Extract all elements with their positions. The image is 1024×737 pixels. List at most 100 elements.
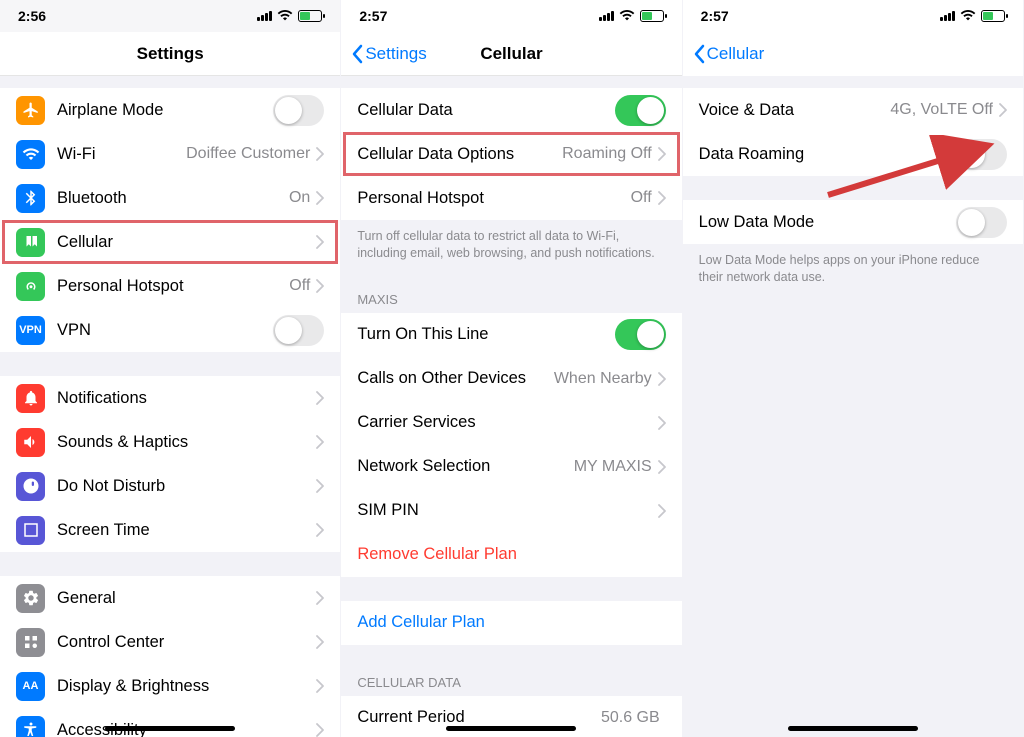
network-selection-cell[interactable]: Network SelectionMY MAXIS	[341, 445, 681, 489]
wifi-status-icon	[277, 7, 293, 25]
display-icon: AA	[16, 672, 45, 701]
bluetooth-cell[interactable]: BluetoothOn	[0, 176, 340, 220]
control-center-icon	[16, 628, 45, 657]
battery-icon	[640, 10, 664, 22]
vpn-cell[interactable]: VPNVPN	[0, 308, 340, 352]
cell-label: General	[57, 589, 316, 608]
highlight-annotation: Cellular Data OptionsRoaming Off	[341, 132, 681, 176]
toggle-switch[interactable]	[273, 95, 324, 126]
display-brightness-cell[interactable]: AADisplay & Brightness	[0, 664, 340, 708]
vpn-icon: VPN	[16, 316, 45, 345]
dnd-icon	[16, 472, 45, 501]
chevron-left-icon	[351, 44, 363, 64]
settings-screen: 2:56 Settings Airplane ModeWi-FiDoiffee …	[0, 0, 341, 737]
wifi-status-icon	[960, 7, 976, 25]
chevron-right-icon	[316, 635, 324, 649]
section-footer: Low Data Mode helps apps on your iPhone …	[683, 244, 1023, 286]
cell-label: Network Selection	[357, 457, 573, 476]
signal-icon	[257, 11, 272, 21]
airplane-mode-cell[interactable]: Airplane Mode	[0, 88, 340, 132]
cell-value: Off	[289, 277, 310, 295]
cell-label: Low Data Mode	[699, 213, 956, 232]
battery-icon	[298, 10, 322, 22]
screentime-icon	[16, 516, 45, 545]
cell-value: Off	[631, 189, 652, 207]
sounds-icon	[16, 428, 45, 457]
cellular-screen: 2:57 Settings Cellular Cellular DataCell…	[341, 0, 682, 737]
wifi-icon	[16, 140, 45, 169]
cell-label: Screen Time	[57, 521, 316, 540]
settings-group: Turn On This LineCalls on Other DevicesW…	[341, 313, 681, 577]
low-data-mode-cell[interactable]: Low Data Mode	[683, 200, 1023, 244]
cell-value: 50.6 GB	[601, 709, 660, 727]
chevron-right-icon	[658, 372, 666, 386]
section-footer: Turn off cellular data to restrict all d…	[341, 220, 681, 262]
screen-time-cell[interactable]: Screen Time	[0, 508, 340, 552]
chevron-right-icon	[316, 435, 324, 449]
do-not-disturb-cell[interactable]: Do Not Disturb	[0, 464, 340, 508]
cellular-cell[interactable]: Cellular	[0, 220, 340, 264]
remove-cellular-plan-cell[interactable]: Remove Cellular Plan	[341, 533, 681, 577]
home-indicator[interactable]	[788, 726, 918, 731]
data-roaming-cell[interactable]: Data Roaming	[683, 132, 1023, 176]
chevron-left-icon	[693, 44, 705, 64]
settings-group: NotificationsSounds & HapticsDo Not Dist…	[0, 376, 340, 552]
signal-icon	[599, 11, 614, 21]
settings-group: Low Data Mode	[683, 200, 1023, 244]
cell-label: Voice & Data	[699, 101, 891, 120]
personal-hotspot-cell[interactable]: Personal HotspotOff	[341, 176, 681, 220]
cell-label: Data Roaming	[699, 145, 956, 164]
notifications-icon	[16, 384, 45, 413]
cell-value: 4G, VoLTE Off	[890, 101, 993, 119]
cell-label: Bluetooth	[57, 189, 289, 208]
nav-header: Settings	[0, 32, 340, 76]
chevron-right-icon	[658, 147, 666, 161]
cell-label: Airplane Mode	[57, 101, 273, 120]
back-label: Cellular	[707, 44, 765, 64]
nav-header: Settings Cellular	[341, 32, 681, 76]
notifications-cell[interactable]: Notifications	[0, 376, 340, 420]
settings-group: Airplane ModeWi-FiDoiffee CustomerBlueto…	[0, 88, 340, 352]
chevron-right-icon	[999, 103, 1007, 117]
general-cell[interactable]: General	[0, 576, 340, 620]
toggle-switch[interactable]	[956, 207, 1007, 238]
settings-group: General Control Center AADisplay & Brightn…	[0, 576, 340, 737]
turn-on-this-line-cell[interactable]: Turn On This Line	[341, 313, 681, 357]
chevron-right-icon	[658, 504, 666, 518]
calls-on-other-devices-cell[interactable]: Calls on Other DevicesWhen Nearby	[341, 357, 681, 401]
cellular-data-options-screen: 2:57 Cellular Voice & Data4G, VoLTE Off D…	[683, 0, 1024, 737]
cell-value: Roaming Off	[562, 145, 652, 163]
back-label: Settings	[365, 44, 426, 64]
cell-value: When Nearby	[554, 370, 652, 388]
cell-label: Cellular Data Options	[357, 145, 562, 164]
cell-label: Control Center	[57, 633, 316, 652]
wifi-cell[interactable]: Wi-FiDoiffee Customer	[0, 132, 340, 176]
cellular-data-options-cell[interactable]: Cellular Data OptionsRoaming Off	[341, 132, 681, 176]
toggle-switch[interactable]	[273, 315, 324, 346]
back-button[interactable]: Settings	[351, 32, 426, 75]
cellular-data-cell[interactable]: Cellular Data	[341, 88, 681, 132]
section-header: CELLULAR DATA	[341, 669, 681, 696]
toggle-switch[interactable]	[615, 319, 666, 350]
cell-label: Carrier Services	[357, 413, 657, 432]
signal-icon	[940, 11, 955, 21]
add-cellular-plan-cell[interactable]: Add Cellular Plan	[341, 601, 681, 645]
accessibility-cell[interactable]: Accessibility	[0, 708, 340, 737]
home-indicator[interactable]	[105, 726, 235, 731]
voice-data-cell[interactable]: Voice & Data4G, VoLTE Off	[683, 88, 1023, 132]
chevron-right-icon	[316, 279, 324, 293]
toggle-switch[interactable]	[615, 95, 666, 126]
toggle-switch[interactable]	[956, 139, 1007, 170]
status-time: 2:57	[701, 8, 729, 24]
sim-pin-cell[interactable]: SIM PIN	[341, 489, 681, 533]
carrier-services-cell[interactable]: Carrier Services	[341, 401, 681, 445]
control-center-cell[interactable]: Control Center	[0, 620, 340, 664]
wifi-status-icon	[619, 7, 635, 25]
sounds-haptics-cell[interactable]: Sounds & Haptics	[0, 420, 340, 464]
personal-hotspot-cell[interactable]: Personal HotspotOff	[0, 264, 340, 308]
cell-value: On	[289, 189, 310, 207]
cell-label: Current Period	[357, 708, 601, 727]
status-bar: 2:57	[683, 0, 1023, 32]
home-indicator[interactable]	[446, 726, 576, 731]
back-button[interactable]: Cellular	[693, 32, 765, 76]
